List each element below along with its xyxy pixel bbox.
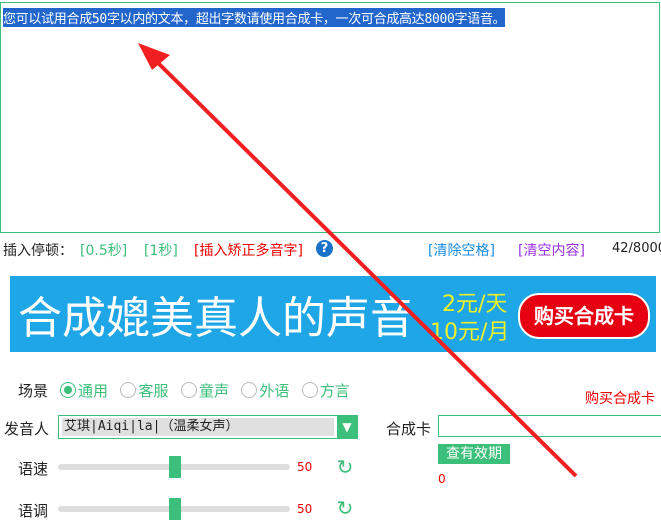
- voice-label: 发音人: [4, 420, 50, 438]
- check-validity-button[interactable]: 查有效期: [438, 444, 510, 464]
- help-icon[interactable]: ?: [316, 240, 333, 257]
- reset-speed-icon[interactable]: ↻: [334, 456, 356, 478]
- card-input[interactable]: [438, 415, 661, 437]
- scene-option-child[interactable]: 童声: [180, 382, 229, 400]
- card-label: 合成卡: [386, 420, 432, 438]
- speed-value: 50: [297, 460, 313, 474]
- chevron-down-icon[interactable]: ▼: [337, 416, 357, 438]
- voice-value: 艾琪|Aiqi|la|（温柔女声）: [62, 418, 334, 436]
- speed-label: 语速: [18, 460, 49, 478]
- text-editor[interactable]: 您可以试用合成50字以内的文本，超出字数请使用合成卡，一次可合成高达8000字语…: [0, 2, 660, 233]
- polyphone-link[interactable]: [插入矫正多音字]: [194, 240, 303, 260]
- radio-icon: [180, 382, 197, 398]
- scene-option-service[interactable]: 客服: [120, 382, 168, 400]
- reset-pitch-icon[interactable]: ↻: [334, 497, 356, 519]
- radio-icon: [301, 382, 318, 398]
- scene-options: 通用 客服 童声 外语 方言: [60, 380, 358, 401]
- buy-card-button[interactable]: 购买合成卡: [518, 293, 650, 339]
- clear-content-link[interactable]: [清空内容]: [518, 240, 585, 260]
- pause-label: 插入停顿：: [3, 243, 73, 259]
- scene-option-dialect[interactable]: 方言: [301, 382, 350, 400]
- scene-option-general[interactable]: 通用: [60, 382, 108, 400]
- pitch-value: 50: [297, 502, 313, 516]
- radio-icon: [120, 382, 137, 398]
- speed-slider-thumb[interactable]: [169, 456, 181, 478]
- card-remaining: 0: [438, 472, 446, 486]
- promo-banner[interactable]: 合成媲美真人的声音 2元/天 10元/月 购买合成卡: [10, 276, 656, 352]
- radio-icon: [60, 382, 76, 398]
- editor-text: 您可以试用合成50字以内的文本，超出字数请使用合成卡，一次可合成高达8000字语…: [3, 8, 506, 27]
- banner-title: 合成媲美真人的声音: [18, 293, 414, 344]
- buy-card-link[interactable]: 购买合成卡: [585, 388, 655, 408]
- radio-icon: [241, 382, 258, 398]
- scene-label: 场景: [18, 382, 49, 400]
- char-count: 42/8000: [612, 241, 661, 256]
- clear-spaces-link[interactable]: [清除空格]: [428, 240, 495, 260]
- scene-option-foreign[interactable]: 外语: [241, 382, 289, 400]
- pause-05-link[interactable]: [0.5秒]: [80, 240, 127, 260]
- price-month: 10元/月: [430, 320, 510, 345]
- voice-select[interactable]: 艾琪|Aiqi|la|（温柔女声） ▼: [58, 415, 358, 439]
- pause-1-link[interactable]: [1秒]: [144, 240, 178, 260]
- pitch-slider-thumb[interactable]: [169, 498, 181, 520]
